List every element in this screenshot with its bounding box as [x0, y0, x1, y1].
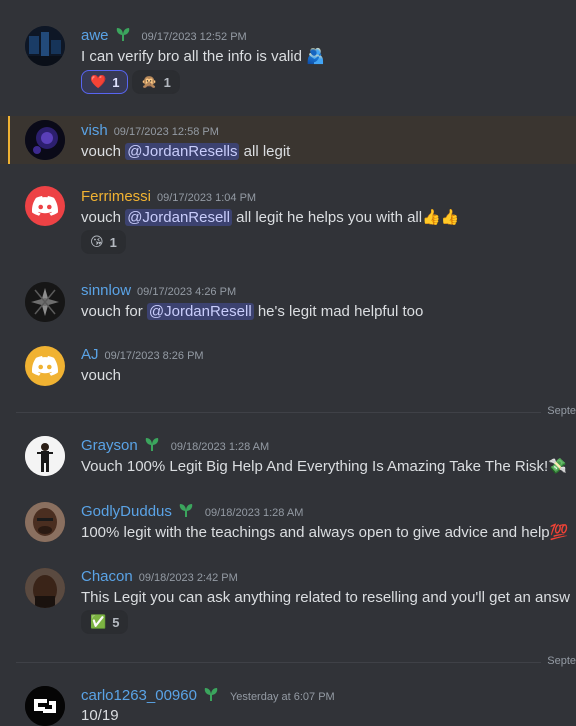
timestamp[interactable]: 09/17/2023 8:26 PM	[105, 350, 204, 362]
timestamp[interactable]: 09/17/2023 12:58 PM	[114, 126, 219, 138]
message-ferrimessi: Ferrimessi 09/17/2023 1:04 PM vouch @Jor…	[0, 180, 576, 260]
reaction-count: 1	[112, 74, 120, 90]
avatar-image	[25, 436, 65, 476]
timestamp[interactable]: 09/17/2023 4:26 PM	[137, 286, 236, 298]
text-segment: vouch	[81, 143, 126, 160]
avatar[interactable]	[25, 186, 65, 226]
reaction-bar: 😘 1	[81, 230, 126, 254]
reaction-kiss[interactable]: 😘 1	[81, 230, 126, 254]
date-divider-label: Septe	[541, 405, 576, 417]
avatar[interactable]	[25, 346, 65, 386]
text-segment: vouch	[81, 209, 126, 226]
timestamp[interactable]: 09/18/2023 2:42 PM	[139, 572, 238, 584]
message-vish: vish 09/17/2023 12:58 PM vouch @JordanRe…	[0, 116, 576, 164]
avatar[interactable]	[25, 120, 65, 160]
user-mention[interactable]: @JordanResells	[125, 143, 240, 160]
avatar-image	[25, 282, 65, 322]
reaction-check[interactable]: ✅ 5	[81, 610, 129, 634]
timestamp[interactable]: 09/18/2023 1:28 AM	[205, 507, 303, 519]
hug-emoji: 🫂	[306, 48, 325, 65]
message-grayson: Grayson 09/18/2023 1:28 AM Vouch 100% Le…	[0, 430, 576, 480]
message-carlo: carlo1263_00960 Yesterday at 6:07 PM 10/…	[0, 680, 576, 726]
timestamp[interactable]: 09/18/2023 1:28 AM	[171, 441, 269, 453]
kiss-face-icon: 😘	[90, 234, 104, 249]
reaction-monkey[interactable]: 🙊 1	[132, 70, 180, 94]
message-awe: awe 09/17/2023 12:52 PM I can verify bro…	[0, 0, 576, 104]
user-mention[interactable]: @JordanResell	[125, 209, 232, 226]
message-body: 100% legit with the teachings and always…	[81, 524, 550, 541]
text-segment: all legit	[239, 143, 291, 160]
author-name[interactable]: Ferrimessi	[81, 188, 151, 205]
author-name[interactable]: vish	[81, 122, 108, 139]
message-text: Vouch 100% Legit Big Help And Everything…	[81, 457, 567, 475]
reaction-heart[interactable]: ❤️ 1	[81, 70, 129, 94]
avatar-image	[25, 568, 65, 608]
text-segment: he's legit mad helpful too	[253, 303, 424, 320]
sprout-icon[interactable]	[202, 687, 220, 701]
message-text: 100% legit with the teachings and always…	[81, 523, 568, 541]
message-sinnlow: sinnlow 09/17/2023 4:26 PM vouch for @Jo…	[0, 276, 576, 326]
timestamp[interactable]: 09/17/2023 1:04 PM	[157, 192, 256, 204]
avatar-image	[25, 686, 65, 726]
timestamp[interactable]: 09/17/2023 12:52 PM	[142, 31, 247, 43]
message-text: vouch @JordanResell all legit he helps y…	[81, 208, 459, 226]
heart-icon: ❤️	[90, 74, 107, 89]
avatar[interactable]	[25, 568, 65, 608]
message-body: I can verify bro all the info is valid	[81, 48, 302, 65]
avatar-image	[25, 26, 65, 66]
avatar[interactable]	[25, 502, 65, 542]
avatar-image	[25, 120, 65, 160]
message-text: 10/19	[81, 707, 119, 724]
text-segment: all legit he helps you with all	[231, 209, 423, 226]
sprout-icon[interactable]	[143, 437, 161, 451]
discord-logo-icon	[32, 196, 58, 216]
avatar[interactable]	[25, 26, 65, 66]
monkey-icon: 🙊	[141, 74, 158, 89]
avatar[interactable]	[25, 686, 65, 726]
reaction-bar: ✅ 5	[81, 610, 129, 634]
author-name[interactable]: Grayson	[81, 437, 138, 454]
avatar-image	[25, 502, 65, 542]
date-divider: Septe	[16, 405, 576, 417]
reaction-count: 1	[109, 234, 117, 250]
sprout-icon[interactable]	[177, 503, 195, 517]
reaction-count: 5	[112, 614, 120, 630]
author-name[interactable]: Chacon	[81, 568, 133, 585]
author-name[interactable]: AJ	[81, 346, 99, 363]
sprout-icon[interactable]	[114, 27, 132, 41]
check-mark-icon: ✅	[90, 614, 107, 629]
timestamp[interactable]: Yesterday at 6:07 PM	[230, 691, 335, 703]
message-text: I can verify bro all the info is valid 🫂	[81, 47, 325, 65]
avatar[interactable]	[25, 282, 65, 322]
discord-logo-icon	[32, 356, 58, 376]
avatar[interactable]	[25, 436, 65, 476]
message-chacon: Chacon 09/18/2023 2:42 PM This Legit you…	[0, 562, 576, 642]
message-body: Vouch 100% Legit Big Help And Everything…	[81, 458, 549, 475]
message-aj: AJ 09/17/2023 8:26 PM vouch	[0, 340, 576, 390]
message-text: This Legit you can ask anything related …	[81, 589, 570, 606]
money-emoji: 💸	[548, 458, 567, 475]
user-mention[interactable]: @JordanResell	[146, 303, 254, 320]
thumbs-up-emoji: 👍👍	[422, 209, 460, 226]
author-name[interactable]: sinnlow	[81, 282, 131, 299]
message-text: vouch for @JordanResell he's legit mad h…	[81, 303, 423, 320]
author-name[interactable]: carlo1263_00960	[81, 687, 197, 704]
author-name[interactable]: GodlyDuddus	[81, 503, 172, 520]
message-godlyduddus: GodlyDuddus 09/18/2023 1:28 AM 100% legi…	[0, 496, 576, 546]
hundred-points-emoji: 💯	[549, 524, 569, 541]
reaction-count: 1	[163, 74, 171, 90]
message-text: vouch @JordanResells all legit	[81, 143, 290, 160]
message-text: vouch	[81, 367, 122, 384]
reaction-bar: ❤️ 1 🙊 1	[81, 70, 180, 94]
text-segment: vouch for	[81, 303, 147, 320]
date-divider-label: Septe	[541, 655, 576, 667]
author-name[interactable]: awe	[81, 27, 109, 44]
date-divider: Septe	[16, 655, 576, 667]
